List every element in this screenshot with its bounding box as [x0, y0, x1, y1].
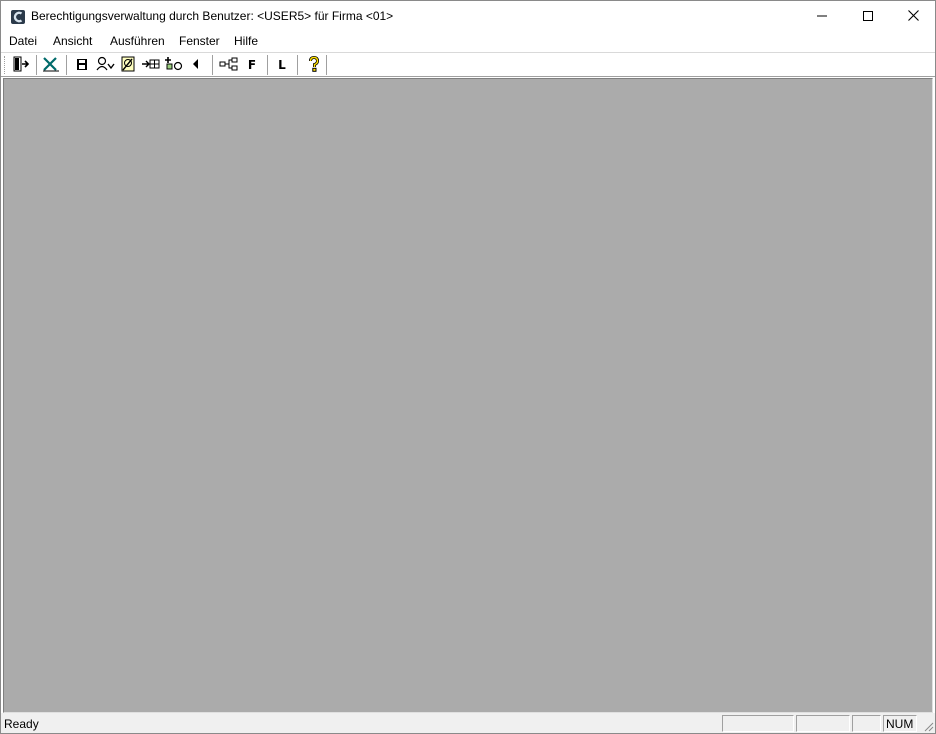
menu-bar: Datei Ansicht Ausführen Fenster Hilfe: [1, 32, 935, 52]
l-button-label: L: [278, 58, 286, 72]
status-bar: Ready NUM: [1, 713, 935, 733]
exit-button[interactable]: [10, 55, 32, 75]
f-button-label: F: [247, 58, 257, 72]
toolbar-separator: [297, 55, 299, 75]
resize-grip-icon[interactable]: [922, 720, 934, 732]
help-button[interactable]: [303, 55, 325, 75]
app-c-icon[interactable]: [10, 9, 26, 25]
close-button[interactable]: [890, 1, 936, 32]
tree-structure-icon: [219, 57, 239, 74]
minimize-icon: [817, 10, 827, 24]
toolbar-separator: [267, 55, 269, 75]
add-shapes-icon: [164, 56, 184, 75]
toolbar-separator: [66, 55, 68, 75]
status-pane-3: [852, 715, 881, 732]
arrow-left-icon: [191, 58, 201, 73]
title-bar[interactable]: Berechtigungsverwaltung durch Benutzer: …: [1, 1, 935, 32]
status-pane-1: [722, 715, 794, 732]
menu-ausfuehren[interactable]: Ausführen: [109, 34, 166, 48]
help-icon: [307, 55, 321, 75]
minimize-button[interactable]: [799, 1, 845, 32]
tree-structure-button[interactable]: [218, 55, 240, 75]
f-button[interactable]: F: [241, 55, 263, 75]
application-window: Berechtigungsverwaltung durch Benutzer: …: [0, 0, 936, 734]
num-lock-indicator: NUM: [883, 715, 917, 732]
close-icon: [907, 9, 919, 24]
back-button[interactable]: [185, 55, 207, 75]
edit-document-icon: [119, 55, 137, 76]
arrow-table-button[interactable]: [140, 55, 162, 75]
toolbar-separator: [212, 55, 214, 75]
l-button[interactable]: L: [271, 55, 293, 75]
menu-hilfe[interactable]: Hilfe: [233, 34, 259, 48]
toolbar-separator: [36, 55, 38, 75]
arrow-table-icon: [141, 57, 161, 74]
save-button[interactable]: [71, 55, 93, 75]
status-message: Ready: [4, 717, 39, 731]
toolbar-separator: [326, 55, 328, 75]
maximize-button[interactable]: [845, 1, 891, 32]
add-shapes-button[interactable]: [163, 55, 185, 75]
excel-export-icon: [42, 56, 60, 75]
save-icon: [75, 57, 89, 74]
exit-door-icon: [12, 56, 30, 75]
menu-ansicht[interactable]: Ansicht: [52, 34, 93, 48]
menu-datei[interactable]: Datei: [8, 34, 38, 48]
user-refresh-icon: [95, 56, 115, 75]
edit-document-button[interactable]: [117, 55, 139, 75]
menu-fenster[interactable]: Fenster: [178, 34, 221, 48]
maximize-icon: [863, 10, 873, 24]
mdi-workspace[interactable]: [3, 78, 933, 713]
status-pane-2: [796, 715, 850, 732]
excel-export-button[interactable]: [40, 55, 62, 75]
user-refresh-button[interactable]: [94, 55, 116, 75]
window-title: Berechtigungsverwaltung durch Benutzer: …: [31, 9, 394, 23]
toolbar: F L: [1, 52, 935, 77]
toolbar-grip[interactable]: [4, 56, 6, 74]
